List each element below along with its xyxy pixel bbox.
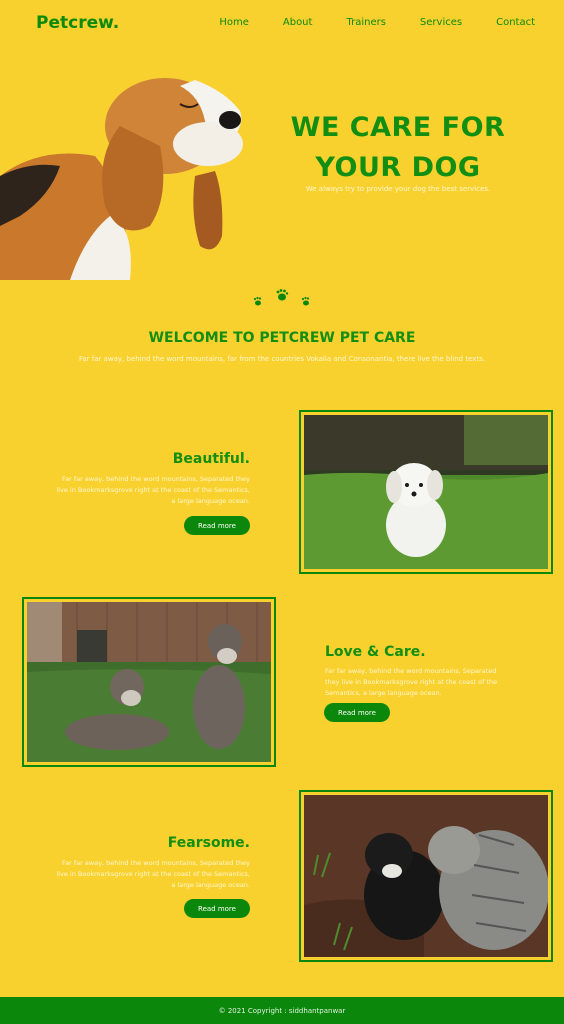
nav-link-contact[interactable]: Contact [496,17,535,28]
nav-link-about[interactable]: About [283,17,313,28]
nav-link-home[interactable]: Home [219,17,249,28]
hero-dog-image [0,66,250,280]
nav-link-services[interactable]: Services [420,17,462,28]
brand-logo[interactable]: Petcrew. [36,13,119,33]
read-more-button[interactable]: Read more [324,703,390,722]
two-cats-image [299,790,553,962]
feature-title-beautiful: Beautiful. [172,451,250,467]
read-more-button[interactable]: Read more [184,516,250,535]
feature-title-fearsome: Fearsome. [167,835,250,851]
footer-copyright: © 2021 Copyright : siddhantpanwar [218,1006,346,1015]
hero-title-line1: WE CARE FOR [290,112,506,143]
navbar: Petcrew. Home About Trainers Services Co… [0,0,564,48]
hero-title: WE CARE FOR YOUR DOG [290,108,506,188]
feature-text-fearsome: Far far away, behind the word mountains,… [56,859,250,889]
nav-menu: Home About Trainers Services Contact [219,17,535,28]
welcome-text: Far far away, behind the word mountains,… [78,355,486,363]
nav-link-trainers[interactable]: Trainers [346,17,385,28]
feature-text-love-care: Far far away, behind the word mountains,… [325,667,498,697]
hero-subtitle: We always try to provide your dog the be… [305,185,491,193]
paw-prints-icon [250,288,314,312]
hero-title-line2: YOUR DOG [315,152,481,183]
welcome-title: WELCOME TO PETCREW PET CARE [148,330,416,346]
feature-text-beautiful: Far far away, behind the word mountains,… [56,475,250,505]
read-more-button[interactable]: Read more [184,899,250,918]
feature-title-love-care: Love & Care. [325,644,426,660]
white-puppy-image [299,410,553,574]
two-schnauzers-image [22,597,276,767]
footer: © 2021 Copyright : siddhantpanwar [0,997,564,1024]
